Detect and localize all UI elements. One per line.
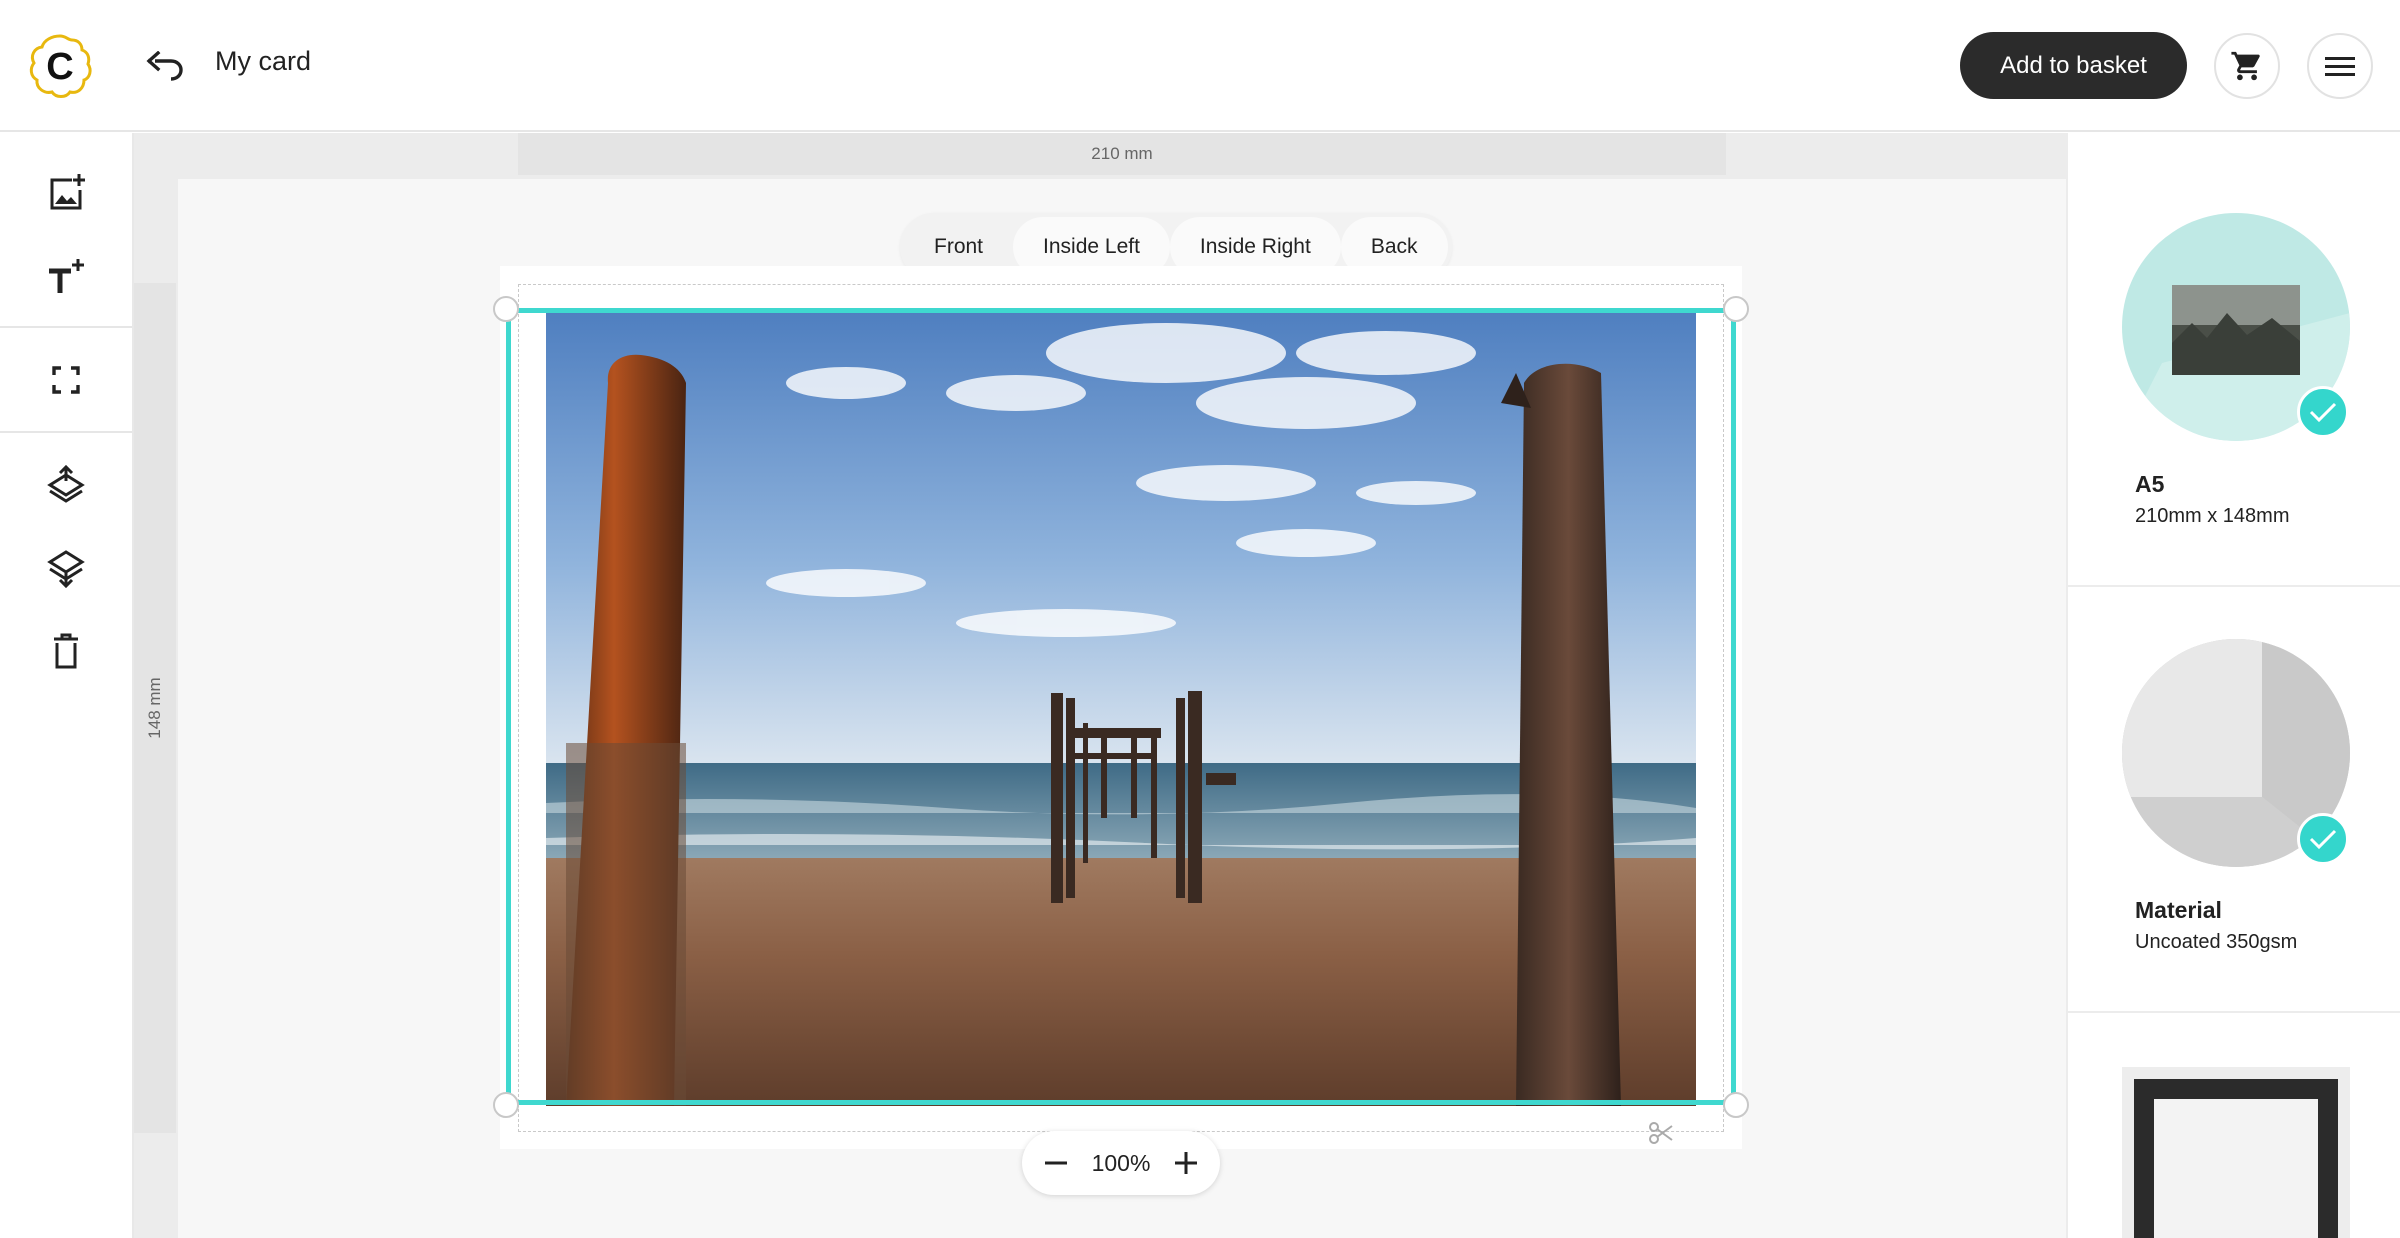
resize-handle-bottom-right[interactable]	[1723, 1092, 1749, 1118]
document-title[interactable]: My card	[215, 46, 311, 77]
zoom-level: 100%	[1091, 1149, 1151, 1176]
toolbar-divider	[0, 431, 132, 433]
material-option[interactable]: Material Uncoated 350gsm	[2068, 587, 2400, 1011]
delete-icon	[54, 633, 78, 669]
add-text-icon	[49, 259, 84, 293]
minus-icon	[1045, 1161, 1067, 1165]
workspace: Front Inside Left Inside Right Back 100%	[178, 179, 2066, 1238]
selected-check	[2297, 386, 2349, 438]
width-ruler-label: 210 mm	[1091, 144, 1153, 163]
toolbar-divider	[0, 326, 132, 328]
add-text-button[interactable]	[35, 245, 97, 307]
add-image-icon	[50, 174, 85, 210]
selection-frame[interactable]	[506, 308, 1736, 1105]
menu-icon	[2325, 57, 2355, 76]
brand-logo[interactable]: C	[24, 30, 96, 102]
product-options-panel: A5 210mm x 148mm Material Uncoated 350gs…	[2066, 133, 2400, 1238]
check-icon	[2309, 402, 2337, 423]
send-backward-button[interactable]	[35, 537, 97, 599]
check-icon	[2309, 829, 2337, 850]
logo-letter: C	[46, 46, 73, 88]
resize-handle-bottom-left[interactable]	[493, 1092, 519, 1118]
zoom-control: 100%	[1022, 1131, 1220, 1195]
top-header: C My card Add to basket	[0, 0, 2400, 132]
design-canvas: 210 mm 148 mm Front Inside Left Inside R…	[134, 133, 2066, 1238]
zoom-out-button[interactable]	[1036, 1143, 1076, 1183]
send-backward-icon	[47, 550, 85, 588]
add-to-basket-button[interactable]: Add to basket	[1960, 32, 2187, 99]
material-option-title: Material	[2135, 897, 2222, 923]
height-ruler: 148 mm	[134, 283, 176, 1133]
resize-handle-top-right[interactable]	[1723, 296, 1749, 322]
undo-button[interactable]	[140, 44, 190, 88]
plus-icon	[1174, 1152, 1197, 1174]
delete-button[interactable]	[35, 620, 97, 682]
size-option-subtitle: 210mm x 148mm	[2135, 505, 2290, 527]
height-ruler-label: 148 mm	[145, 677, 164, 739]
fit-to-page-button[interactable]	[35, 349, 97, 411]
frame-thumbnail	[2122, 1067, 2350, 1238]
material-option-subtitle: Uncoated 350gsm	[2135, 931, 2298, 953]
left-toolbar	[0, 133, 134, 1238]
resize-handle-top-left[interactable]	[493, 296, 519, 322]
scissors-icon	[1648, 1120, 1674, 1146]
size-option-title: A5	[2135, 471, 2165, 497]
cart-button[interactable]	[2214, 33, 2280, 99]
menu-button[interactable]	[2307, 33, 2373, 99]
size-option[interactable]: A5 210mm x 148mm	[2068, 133, 2400, 585]
fit-to-page-icon	[52, 366, 80, 394]
undo-icon	[146, 51, 183, 81]
selected-check	[2297, 813, 2349, 865]
bring-forward-button[interactable]	[35, 454, 97, 516]
add-image-button[interactable]	[35, 161, 97, 223]
cart-icon	[2231, 51, 2260, 81]
bring-forward-icon	[47, 465, 85, 503]
width-ruler: 210 mm	[518, 133, 1726, 175]
card-front-page[interactable]	[493, 266, 1749, 1149]
zoom-in-button[interactable]	[1166, 1143, 1206, 1183]
frame-option[interactable]	[2068, 1013, 2400, 1238]
